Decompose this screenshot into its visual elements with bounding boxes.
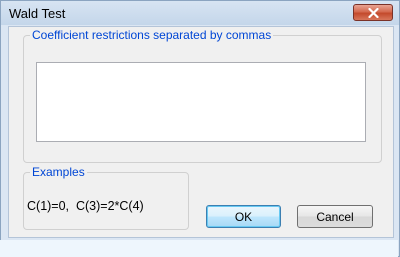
background-strip: [0, 240, 398, 257]
cancel-button[interactable]: Cancel: [297, 205, 373, 228]
ok-button[interactable]: OK: [206, 205, 281, 228]
coefficient-restrictions-group: Coefficient restrictions separated by co…: [23, 28, 382, 163]
examples-text: C(1)=0, C(3)=2*C(4): [27, 199, 144, 213]
window-title: Wald Test: [9, 6, 66, 21]
examples-group: Examples C(1)=0, C(3)=2*C(4): [23, 165, 189, 230]
coefficient-restrictions-legend: Coefficient restrictions separated by co…: [32, 28, 272, 42]
close-icon: [368, 8, 379, 18]
examples-legend: Examples: [32, 165, 85, 179]
title-bar[interactable]: Wald Test: [1, 1, 399, 25]
coefficient-restrictions-input[interactable]: [36, 62, 366, 142]
close-button[interactable]: [353, 4, 393, 21]
